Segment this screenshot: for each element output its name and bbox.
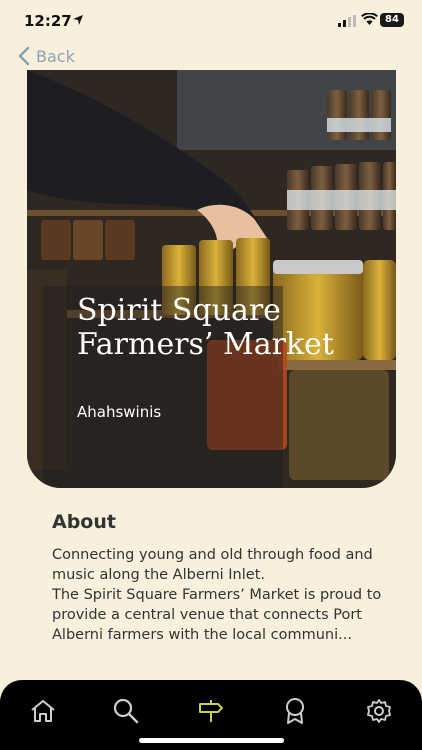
wifi-icon [361,13,378,25]
tab-explore[interactable] [196,696,226,726]
status-time: 12:27 [24,12,72,30]
chevron-left-icon [18,46,30,66]
hero-image-card: Spirit Square Farmers’ Market Ahahswinis [27,70,396,488]
back-button[interactable]: Back [18,44,75,68]
badge-icon [286,698,304,724]
tab-badges[interactable] [280,696,310,726]
about-description: Connecting young and old through food an… [52,547,382,643]
tab-settings[interactable] [364,696,394,726]
tab-home[interactable] [28,696,58,726]
location-arrow-icon [73,15,83,25]
back-label: Back [36,46,75,66]
status-bar: 12:27 84 [0,0,422,44]
market-location: Ahahswinis [77,403,162,421]
about-heading: About [52,511,116,533]
signpost-icon [199,700,223,722]
home-indicator[interactable] [139,738,284,743]
search-icon [113,698,139,724]
gear-icon [367,699,391,723]
tab-search[interactable] [111,696,141,726]
cellular-signal-icon [338,15,356,27]
market-title: Spirit Square Farmers’ Market [77,293,334,362]
home-icon [31,700,55,722]
battery-indicator: 84 [380,13,404,27]
